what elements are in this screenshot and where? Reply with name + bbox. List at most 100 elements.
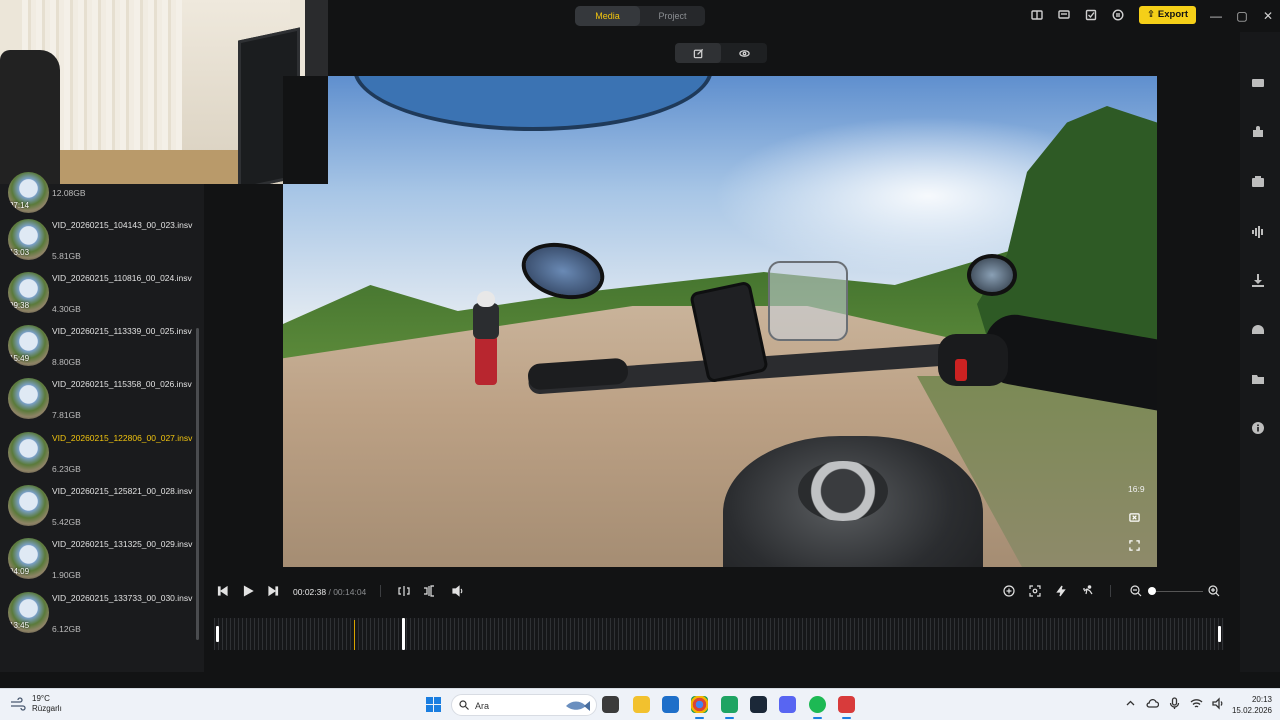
steam-icon[interactable] <box>750 696 767 713</box>
previous-icon[interactable] <box>214 582 232 600</box>
list-item[interactable]: VID_20260215_125821_00_028.insv 5.42GB <box>0 482 200 535</box>
account-icon[interactable] <box>1109 6 1127 24</box>
fullscreen-icon[interactable] <box>1129 540 1143 554</box>
total-time: 00:14:04 <box>333 587 367 597</box>
zoom-out-icon[interactable] <box>1127 582 1145 600</box>
file-size: 6.23GB <box>52 464 81 474</box>
add-keyframe-icon[interactable] <box>1000 582 1018 600</box>
export-button[interactable]: ⇪ Export <box>1138 6 1196 24</box>
eye-icon[interactable] <box>721 43 767 63</box>
search-placeholder: Ara <box>475 701 490 711</box>
next-icon[interactable] <box>264 582 282 600</box>
file-size: 5.81GB <box>52 251 81 261</box>
video-thumbnail: 15:49 <box>8 325 49 366</box>
video-thumbnail: 13:45 <box>8 592 49 633</box>
file-name: VID_20260215_131325_00_029.insv <box>52 539 193 549</box>
weather-temp: 19°C <box>32 694 50 703</box>
wind-icon <box>11 697 26 711</box>
list-item[interactable]: 15:49 VID_20260215_113339_00_025.insv 8.… <box>0 322 200 375</box>
file-name: VID_20260215_104143_00_023.insv <box>52 220 193 230</box>
tab-media[interactable]: Media <box>575 6 640 26</box>
zoom-slider-handle[interactable] <box>1148 587 1156 595</box>
outlook-icon[interactable] <box>662 696 679 713</box>
minimize-button[interactable]: — <box>1210 7 1222 25</box>
file-size: 5.42GB <box>52 517 81 527</box>
time-display: 00:02:38 / 00:14:04 <box>293 587 366 597</box>
info-icon[interactable] <box>1251 421 1267 437</box>
search-highlight-icon <box>566 701 590 711</box>
export-queue-icon[interactable] <box>1251 175 1267 191</box>
task-icon[interactable] <box>1082 6 1100 24</box>
panel-icon[interactable] <box>1028 6 1046 24</box>
wifi-icon[interactable] <box>1190 697 1203 710</box>
weather-widget[interactable]: 19°C Rüzgarlı <box>10 694 62 714</box>
file-name: VID_20260215_110816_00_024.insv <box>52 273 192 283</box>
taskbar-search[interactable]: Ara <box>451 694 597 716</box>
task-view-icon[interactable] <box>602 696 619 713</box>
view-switcher: Media Project <box>575 6 705 26</box>
start-icon[interactable] <box>426 697 441 712</box>
file-name: VID_20260215_133733_00_030.insv <box>52 593 193 603</box>
taskbar-clock[interactable]: 20:13 15.02.2026 <box>1228 694 1272 716</box>
timeline-track[interactable] <box>214 618 1224 650</box>
speaker-icon[interactable] <box>1212 697 1225 710</box>
play-icon[interactable] <box>239 582 257 600</box>
file-list-scrollbar[interactable] <box>196 328 199 640</box>
clock-date: 15.02.2026 <box>1231 706 1272 715</box>
ai-edit-icon[interactable] <box>1052 582 1070 600</box>
zoom-slider-track[interactable] <box>1155 591 1203 592</box>
file-explorer-icon[interactable] <box>633 696 650 713</box>
spotify-icon[interactable] <box>809 696 826 719</box>
file-size: 7.81GB <box>52 410 81 420</box>
maximize-button[interactable]: ▢ <box>1236 7 1248 25</box>
video-thumbnail: 04:09 <box>8 538 49 579</box>
playhead[interactable] <box>402 618 405 650</box>
close-button[interactable]: ✕ <box>1262 7 1274 25</box>
speed-icon[interactable] <box>1251 323 1267 339</box>
audio-icon[interactable] <box>1251 225 1267 241</box>
reframe-icon[interactable] <box>1026 582 1044 600</box>
split-left-icon[interactable] <box>395 582 413 600</box>
divider <box>1110 585 1111 597</box>
video-icon[interactable] <box>1251 76 1267 92</box>
edit-icon[interactable] <box>675 43 721 63</box>
system-tray <box>1124 697 1225 710</box>
window-controls: — ▢ ✕ <box>1210 7 1274 25</box>
video-thumbnail: 13:03 <box>8 219 49 260</box>
download-icon[interactable] <box>1251 273 1267 289</box>
list-item-selected[interactable]: VID_20260215_122806_00_027.insv 6.23GB <box>0 429 200 482</box>
plugin-icon[interactable] <box>1251 125 1267 141</box>
volume-icon[interactable] <box>449 582 467 600</box>
aspect-ratio-label[interactable]: 16:9 <box>1128 484 1145 494</box>
chrome-icon[interactable] <box>691 696 708 719</box>
list-item[interactable]: 09:38 VID_20260215_110816_00_024.insv 4.… <box>0 269 200 322</box>
list-item[interactable]: VID_20260215_115358_00_026.insv 7.81GB <box>0 375 200 428</box>
messaging-app-icon[interactable] <box>721 696 738 719</box>
list-item[interactable]: 04:09 VID_20260215_131325_00_029.insv 1.… <box>0 535 200 588</box>
comment-icon[interactable] <box>1055 6 1073 24</box>
motion-track-icon[interactable] <box>1079 582 1097 600</box>
zoom-in-icon[interactable] <box>1205 582 1223 600</box>
pip-icon[interactable] <box>1129 512 1143 526</box>
trim-start-handle[interactable] <box>216 626 219 642</box>
video-thumbnail: 27:14 <box>8 172 49 213</box>
split-right-icon[interactable] <box>420 582 438 600</box>
microphone-icon[interactable] <box>1168 697 1181 710</box>
trim-end-handle[interactable] <box>1218 626 1221 642</box>
chevron-up-icon[interactable] <box>1124 697 1137 710</box>
discord-icon[interactable] <box>779 696 796 713</box>
playback-controls: 00:02:38 / 00:14:04 <box>204 578 1240 604</box>
preview-toolbar <box>675 43 767 63</box>
list-item[interactable]: 13:03 VID_20260215_104143_00_023.insv 5.… <box>0 216 200 269</box>
file-name: VID_20260215_122806_00_027.insv <box>52 433 193 443</box>
video-preview[interactable]: 16:9 <box>283 76 1157 567</box>
windows-taskbar: 19°C Rüzgarlı Ara 20:13 15.02.2026 <box>0 688 1280 720</box>
list-item[interactable]: 13:45 VID_20260215_133733_00_030.insv 6.… <box>0 589 200 642</box>
cloud-icon[interactable] <box>1146 697 1160 710</box>
folder-icon[interactable] <box>1251 372 1267 388</box>
timeline-marker[interactable] <box>354 620 355 650</box>
file-size: 4.30GB <box>52 304 81 314</box>
tab-project[interactable]: Project <box>640 6 705 26</box>
file-name: VID_20260215_115358_00_026.insv <box>52 379 192 389</box>
insta360-studio-icon[interactable] <box>838 696 855 719</box>
